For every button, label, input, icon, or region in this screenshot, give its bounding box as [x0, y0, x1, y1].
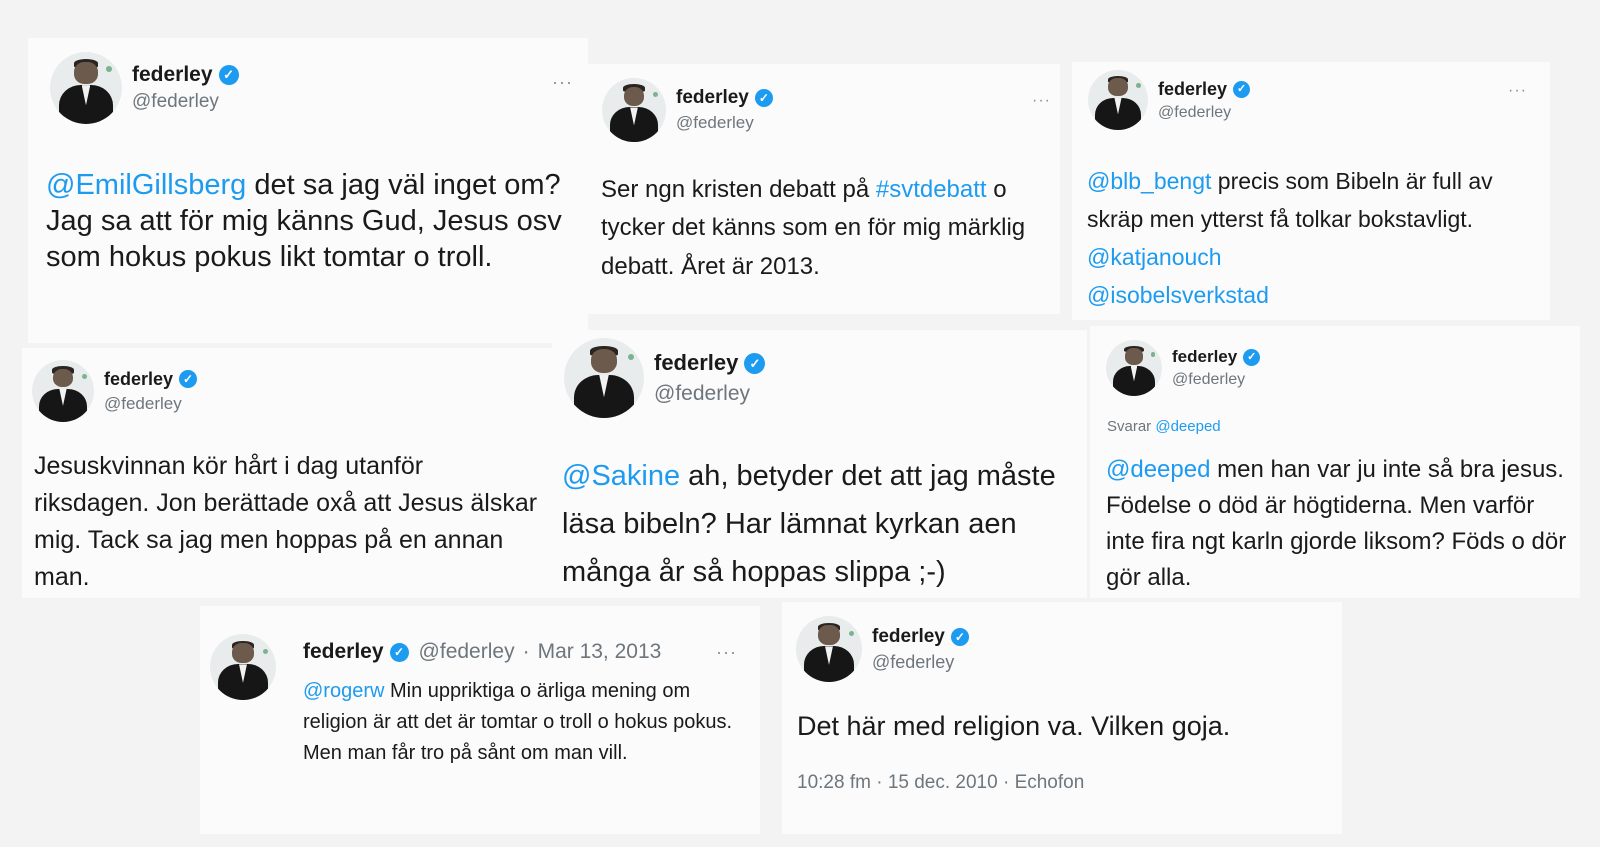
user-handle[interactable]: @federley [132, 91, 239, 113]
tweet-text: @blb_bengt precis som Bibeln är full av … [1087, 168, 1493, 308]
user-handle[interactable]: @federley [1172, 371, 1260, 389]
verified-badge-icon: ✓ [1233, 80, 1251, 98]
user-handle[interactable]: @federley [1158, 104, 1250, 122]
mention-link[interactable]: @isobelsverkstad [1087, 282, 1269, 308]
mention-link[interactable]: @katjanouch [1087, 244, 1222, 270]
display-name[interactable]: federley [104, 369, 173, 390]
tweet-card[interactable]: federley ✓ @federley ··· @blb_bengt prec… [1072, 62, 1550, 320]
profile-avatar[interactable] [32, 360, 94, 422]
tweet-card[interactable]: federley ✓ @federley ··· Ser ngn kristen… [588, 64, 1060, 314]
tweet-card[interactable]: federley ✓ @federley Jesuskvinnan kör hå… [22, 348, 552, 598]
tweet-text: Ser ngn kristen debatt på #svtdebatt o t… [601, 176, 1026, 280]
mention-link[interactable]: @deeped [1106, 456, 1210, 483]
profile-avatar[interactable] [602, 78, 666, 142]
display-name[interactable]: federley [1172, 347, 1237, 367]
mention-link[interactable]: @Sakine [562, 460, 680, 492]
tweet-card[interactable]: federley ✓ @federley · Mar 13, 2013 ··· … [200, 606, 760, 834]
mention-link[interactable]: @deeped [1155, 418, 1220, 435]
profile-avatar[interactable] [796, 616, 862, 682]
profile-avatar[interactable] [1106, 340, 1162, 396]
profile-avatar[interactable] [1088, 70, 1148, 130]
tweet-text: @deeped men han var ju inte så bra jesus… [1106, 456, 1567, 591]
tweet-card[interactable]: federley ✓ @federley Det här med religio… [782, 602, 1342, 834]
tweet-card[interactable]: federley ✓ @federley ··· @EmilGillsberg … [28, 38, 588, 343]
mention-link[interactable]: @rogerw [303, 680, 384, 702]
tweet-card[interactable]: federley ✓ @federley @Sakine ah, betyder… [552, 330, 1087, 598]
more-options-icon[interactable]: ··· [1508, 82, 1527, 100]
verified-badge-icon: ✓ [754, 89, 773, 107]
verified-badge-icon: ✓ [950, 627, 969, 646]
meta-separator: · [522, 640, 530, 663]
tweet-timestamp[interactable]: 10:28 fm · 15 dec. 2010 · Echofon [797, 772, 1084, 794]
tweet-text: @rogerw Min uppriktiga o ärliga mening o… [303, 680, 733, 764]
mention-link[interactable]: @blb_bengt [1087, 168, 1211, 194]
more-options-icon[interactable]: ··· [716, 642, 737, 663]
tweet-card[interactable]: federley ✓ @federley Svarar @deeped @dee… [1090, 326, 1580, 598]
user-handle[interactable]: @federley [419, 640, 515, 664]
tweet-text: Det här med religion va. Vilken goja. [797, 711, 1231, 741]
display-name[interactable]: federley [654, 350, 738, 376]
verified-badge-icon: ✓ [1243, 348, 1261, 366]
more-options-icon[interactable]: ··· [552, 72, 573, 93]
verified-badge-icon: ✓ [389, 642, 409, 662]
verified-badge-icon: ✓ [218, 65, 239, 85]
verified-badge-icon: ✓ [744, 352, 766, 374]
verified-badge-icon: ✓ [179, 370, 198, 388]
profile-avatar[interactable] [564, 338, 644, 418]
tweet-text: Jesuskvinnan kör hårt i dag utanför riks… [34, 452, 538, 591]
user-handle[interactable]: @federley [104, 394, 197, 414]
profile-avatar[interactable] [50, 52, 122, 124]
display-name[interactable]: federley [132, 63, 213, 87]
user-handle[interactable]: @federley [676, 113, 773, 133]
display-name[interactable]: federley [676, 87, 749, 109]
tweet-text: @Sakine ah, betyder det att jag måste lä… [562, 460, 1056, 589]
hashtag-link[interactable]: #svtdebatt [876, 176, 987, 203]
mention-link[interactable]: @EmilGillsberg [46, 169, 246, 201]
tweet-date[interactable]: Mar 13, 2013 [538, 640, 662, 664]
display-name[interactable]: federley [303, 640, 384, 664]
user-handle[interactable]: @federley [654, 382, 765, 406]
more-options-icon[interactable]: ··· [1032, 92, 1051, 110]
display-name[interactable]: federley [872, 626, 945, 648]
profile-avatar[interactable] [210, 634, 276, 700]
user-handle[interactable]: @federley [872, 652, 969, 673]
reply-context: Svarar @deeped [1107, 418, 1221, 435]
display-name[interactable]: federley [1158, 79, 1227, 100]
tweet-text: @EmilGillsberg det sa jag väl inget om? … [46, 169, 562, 273]
